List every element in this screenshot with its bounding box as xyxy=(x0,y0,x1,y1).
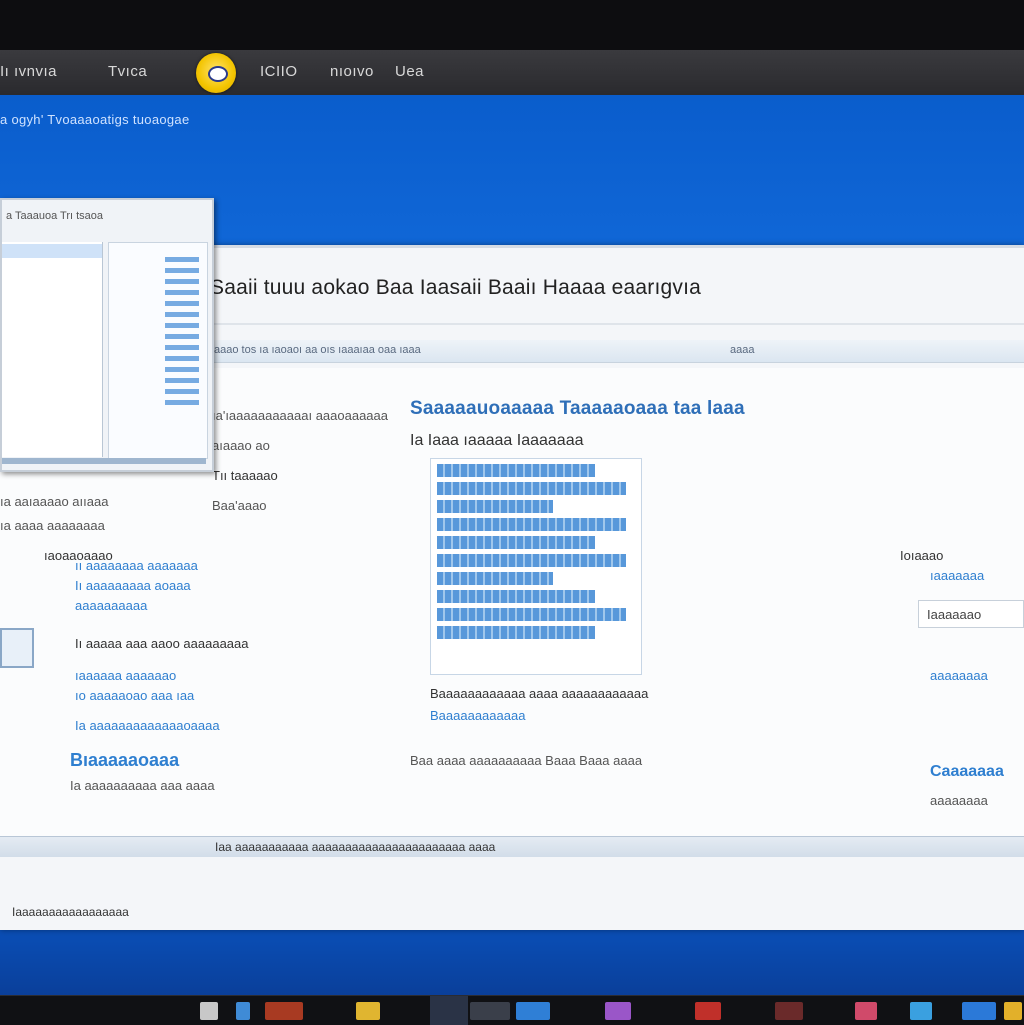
taskbar-app-icon[interactable] xyxy=(200,1002,218,1020)
list-item[interactable] xyxy=(437,572,553,585)
taskbar-app-icon[interactable] xyxy=(695,1002,721,1020)
taskbar-app-icon[interactable] xyxy=(470,1002,510,1020)
status-bar: Iaa aaaaaaaaaaa aaaaaaaaaaaaaaaaaaaaaaa … xyxy=(0,836,1024,857)
center-link[interactable]: Baaaaaaaaaaaa xyxy=(430,708,525,723)
left-line: ıa aaaa aaaaaaaa xyxy=(0,518,105,533)
taskbar-app-icon[interactable] xyxy=(605,1002,631,1020)
menu-item-1[interactable]: Iı ıvnvıa xyxy=(0,63,57,80)
footer-note: Iaaaaaaaaaaaaaaaaa xyxy=(12,905,129,919)
dialog-detail-pane[interactable] xyxy=(108,242,208,459)
taskbar xyxy=(0,995,1024,1025)
menu-item-3[interactable]: ICIIO xyxy=(260,63,298,80)
taskbar-app-icon[interactable] xyxy=(1004,1002,1022,1020)
list-item[interactable] xyxy=(437,590,595,603)
section-heading: Saaaaauoaaaaa Taaaaaoaaa taa laaa xyxy=(410,398,745,419)
list-item[interactable] xyxy=(437,626,595,639)
left-link[interactable]: Iı aaaaaaaaa aoaaa xyxy=(75,578,191,593)
left-link[interactable]: ıo aaaaaoao aaa ıaa xyxy=(75,688,194,703)
taskbar-app-icon[interactable] xyxy=(855,1002,877,1020)
status-text: Iaa aaaaaaaaaaa aaaaaaaaaaaaaaaaaaaaaaa … xyxy=(215,840,496,854)
computer-icon[interactable] xyxy=(0,628,34,668)
left-link[interactable]: ıaaaaaa aaaaaao xyxy=(75,668,176,683)
list-item[interactable] xyxy=(437,500,553,513)
right-link[interactable]: ıaaaaaaa xyxy=(930,568,984,583)
left-line: Baa'aaao xyxy=(212,498,267,513)
center-line: Baa aaaa aaaaaaaaaa Baaa Baaa aaaa xyxy=(410,753,643,768)
menu-item-5[interactable]: Uea xyxy=(395,63,424,80)
list-item[interactable] xyxy=(437,464,595,477)
left-link[interactable]: Ia aaaaaaaaaaaaaoaaaa xyxy=(75,718,220,733)
section-subheading: Ia Iaaa ıaaaaa Iaaaaaaa xyxy=(410,432,584,449)
start-button[interactable] xyxy=(430,996,468,1025)
list-item[interactable] xyxy=(437,518,626,531)
window-title: Saaii tuuu aokao Baa Iaasaii Baaiı Haaaa… xyxy=(210,276,702,299)
left-link[interactable]: aaaaaaaaaa xyxy=(75,598,147,613)
left-line: Tıı taaaaao xyxy=(212,468,278,483)
left-line: ıa aaıaaaao aııaaa xyxy=(0,494,109,509)
top-menu-bar: Iı ıvnvıa Tvıca ICIIO nıoıvo Uea xyxy=(0,50,1024,95)
dialog-title: a Taaauoa Trı tsaoa xyxy=(6,210,104,222)
left-line: ıa'ıaaaaaaaaaaaı aaaoaaaaaa xyxy=(212,408,388,423)
taskbar-app-icon[interactable] xyxy=(356,1002,380,1020)
list-item[interactable] xyxy=(437,608,626,621)
right-field[interactable]: Iaaaaaao xyxy=(918,600,1024,628)
address-bar[interactable]: aaao tos ıa ıaoaoı aa oıs ıaaaıaa oaa ıa… xyxy=(210,340,1024,363)
address-segment-1[interactable]: aaao tos ıa ıaoaoı aa oıs ıaaaıaa oaa ıa… xyxy=(214,344,421,356)
right-title: Ioıaaao xyxy=(900,548,944,563)
desktop-header-text: a ogyh' Tvoaaaoatigs tuoaogae xyxy=(0,112,190,127)
taskbar-app-icon[interactable] xyxy=(962,1002,996,1020)
menu-item-4[interactable]: nıoıvo xyxy=(330,63,374,80)
overlay-dialog[interactable]: a Taaauoa Trı tsaoa xyxy=(0,198,214,472)
taskbar-app-icon[interactable] xyxy=(516,1002,550,1020)
taskbar-app-icon[interactable] xyxy=(775,1002,803,1020)
left-link[interactable]: ıı aaaaaaaa aaaaaaa xyxy=(75,558,198,573)
taskbar-app-icon[interactable] xyxy=(910,1002,932,1020)
monitor-bezel xyxy=(0,0,1024,50)
menu-item-2[interactable]: Tvıca xyxy=(108,63,147,80)
list-item[interactable] xyxy=(437,536,595,549)
right-line: aaaaaaaa xyxy=(930,793,988,808)
title-divider xyxy=(210,323,1024,325)
right-link[interactable]: aaaaaaaa xyxy=(930,668,988,683)
dialog-tree-pane[interactable] xyxy=(2,242,103,457)
left-line: Iı aaaaa aaa aaoo aaaaaaaaa xyxy=(75,636,249,651)
right-link-large[interactable]: Caaaaaaa xyxy=(930,763,1004,781)
selected-tree-item[interactable] xyxy=(2,244,102,258)
detail-list[interactable] xyxy=(165,257,199,407)
dialog-scrollbar[interactable] xyxy=(2,458,206,464)
taskbar-app-icon[interactable] xyxy=(236,1002,250,1020)
list-item[interactable] xyxy=(437,554,626,567)
list-item[interactable] xyxy=(437,482,626,495)
address-segment-2[interactable]: aaaa xyxy=(730,344,754,356)
left-line: aıaaao ao xyxy=(212,438,270,453)
center-line: Baaaaaaaaaaaa aaaa aaaaaaaaaaaa xyxy=(430,686,649,701)
left-line: Ia aaaaaaaaaa aaa aaaa xyxy=(70,778,215,793)
taskbar-app-icon[interactable] xyxy=(265,1002,303,1020)
app-logo-icon[interactable] xyxy=(196,53,236,93)
left-link-large[interactable]: Bıaaaaaoaaa xyxy=(70,750,179,771)
item-list[interactable] xyxy=(430,458,642,675)
